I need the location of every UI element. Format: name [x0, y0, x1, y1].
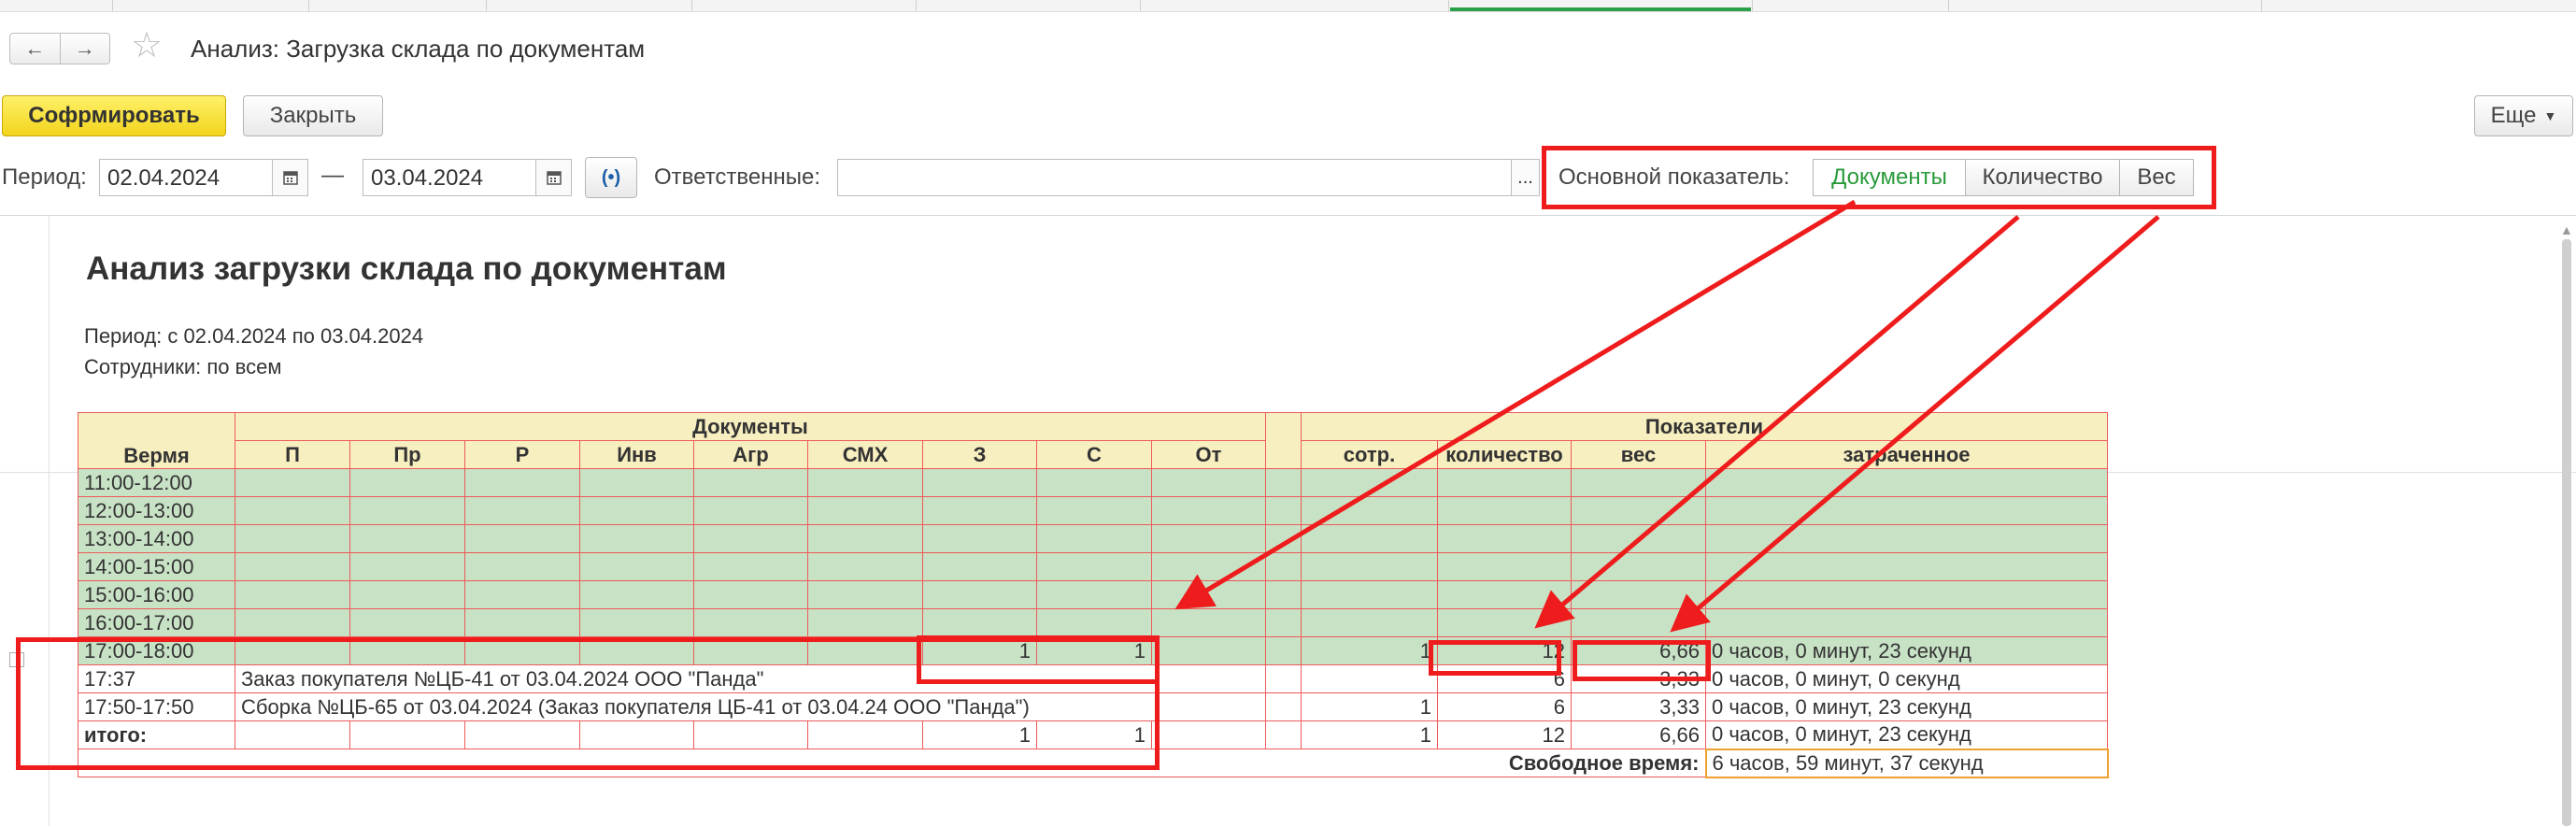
- annotation-arrows: [1174, 199, 2160, 633]
- arrow-weight: [1670, 215, 2160, 633]
- arrow-quantity: [1534, 215, 2020, 629]
- arrow-documents: [1174, 199, 1857, 610]
